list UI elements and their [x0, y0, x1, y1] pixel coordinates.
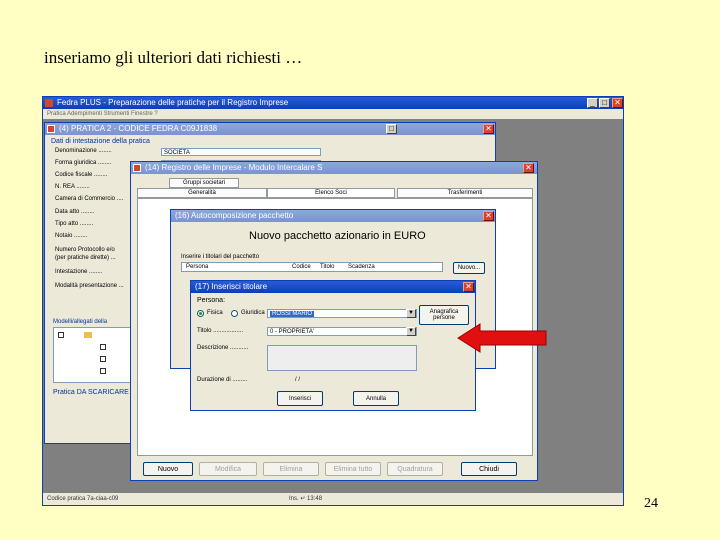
registro-close-button[interactable]: ✕: [523, 163, 534, 173]
status-left: Codice pratica 7a-ciaa-c09: [47, 496, 119, 502]
pratica-note-1: (per pratiche dirette) ...: [55, 255, 116, 261]
elimina-button[interactable]: Elimina: [263, 462, 319, 476]
annulla-button[interactable]: Annulla: [353, 391, 399, 406]
tree-checkbox[interactable]: [100, 344, 106, 350]
radio-fisica[interactable]: [197, 310, 204, 317]
minimize-button[interactable]: _: [587, 98, 598, 108]
pratica-note-2: Intestazione ........: [55, 269, 103, 275]
pratica-field-label-2: Codice fiscale ........: [55, 172, 108, 178]
persona-label: Persona:: [197, 297, 226, 304]
tab-gruppi-societari[interactable]: Gruppi societari: [169, 178, 239, 188]
pratica-field-label-7: Notaio ........: [55, 233, 88, 239]
slide-title: inseriamo gli ulteriori dati richiesti …: [44, 48, 303, 67]
registro-titlebar: (14) Registro delle Imprese - Modulo Int…: [131, 162, 537, 174]
tree-checkbox[interactable]: [100, 356, 106, 362]
persona-dropdown-arrow[interactable]: ▼: [406, 309, 416, 318]
page-number: 24: [644, 496, 658, 511]
red-arrow-shape: [457, 323, 547, 353]
main-title: Fedra PLUS - Preparazione delle pratiche…: [57, 98, 289, 107]
autocomp-title: (16) Autocomposizione pacchetto: [175, 211, 294, 220]
titolare-close-button[interactable]: ✕: [463, 282, 474, 292]
pratica-field-label-4: Camera di Commercio ....: [55, 196, 124, 202]
titolo-dropdown-arrow[interactable]: ▼: [406, 327, 416, 336]
pratica-restore-button[interactable]: □: [386, 124, 397, 134]
pratica-window-icon: [47, 125, 55, 133]
app-icon: [45, 99, 53, 107]
close-button[interactable]: ✕: [612, 98, 623, 108]
radio-fisica-label: Fisica: [207, 310, 223, 316]
titolari-table[interactable]: Persona Codice Titolo Scadenza: [181, 262, 443, 272]
persona-select[interactable]: ROSSI MARIO: [267, 309, 417, 318]
column-persona: Persona: [186, 264, 209, 270]
radio-giuridica-label: Giuridica: [241, 310, 265, 316]
pratica-title: (4) PRATICA 2 - CODICE FEDRA C09J1838: [59, 124, 218, 133]
models-label: Modelli/allegati della: [53, 319, 108, 325]
main-titlebar: Fedra PLUS - Preparazione delle pratiche…: [43, 97, 623, 109]
radio-fisica-dot: [199, 312, 202, 315]
titolo-select[interactable]: 0 - PROPRIETA': [267, 327, 417, 336]
pratica-titlebar: (4) PRATICA 2 - CODICE FEDRA C09J1838: [45, 123, 495, 135]
inserisci-button[interactable]: Inserisci: [277, 391, 323, 406]
autocomp-nuovo-button[interactable]: Nuovo...: [453, 262, 485, 274]
autocomp-subtitle: Inserire i titolari del pacchetto: [181, 254, 260, 260]
autocomp-heading: Nuovo pacchetto azionario in EURO: [249, 230, 426, 242]
pratica-field-label-0: Denominazione ........: [55, 148, 112, 154]
quadratura-button[interactable]: Quadratura: [387, 462, 443, 476]
pratica-field-label-6: Tipo atto ........: [55, 221, 94, 227]
pratica-section-label: Dati di intestazione della pratica: [51, 138, 150, 145]
chiudi-button[interactable]: Chiudi: [461, 462, 517, 476]
tab-elenco-soci[interactable]: Elenco Soci: [267, 188, 395, 198]
column-codice: Codice: [292, 264, 311, 270]
menu-bar[interactable]: Pratica Adempimenti Strumenti Finestre ?: [43, 109, 623, 119]
durata-label: Durazione di .........: [197, 377, 248, 383]
red-arrow-annotation: [457, 323, 547, 353]
titolo-label: Titolo ..................: [197, 328, 244, 334]
column-scadenza: Scadenza: [348, 264, 375, 270]
tab-trasferimenti[interactable]: Trasferimenti: [397, 188, 533, 198]
autocomp-titlebar: (16) Autocomposizione pacchetto: [171, 210, 495, 222]
pratica-note-0: Numero Protocollo e/o: [55, 247, 115, 253]
pratica-field-label-1: Forma giuridica ........: [55, 160, 112, 166]
pratica-footer-label: Pratica DA SCARICARE: [53, 389, 129, 396]
status-right: Ins. ↵ 13:48: [289, 496, 323, 502]
maximize-button[interactable]: □: [599, 98, 610, 108]
tree-folder-icon: [84, 332, 92, 338]
menu-bar-text: Pratica Adempimenti Strumenti Finestre ?: [47, 111, 158, 117]
tree-checkbox[interactable]: [58, 332, 64, 338]
pratica-denominazione-field[interactable]: SOCIETA: [161, 148, 321, 156]
pratica-field-label-5: Data atto ........: [55, 209, 95, 215]
persona-value: ROSSI MARIO: [270, 311, 315, 317]
registro-title: (14) Registro delle Imprese - Modulo Int…: [145, 163, 323, 172]
models-tree[interactable]: [53, 327, 133, 383]
titolare-title: (17) Inserisci titolare: [195, 282, 268, 291]
nuovo-button[interactable]: Nuovo: [143, 462, 193, 476]
column-titolo: Titolo: [320, 264, 335, 270]
registro-window-icon: [133, 164, 141, 172]
pratica-note-3: Modalità presentazione ...: [55, 283, 124, 289]
titolare-titlebar: (17) Inserisci titolare: [191, 281, 475, 293]
autocomp-close-button[interactable]: ✕: [483, 211, 494, 221]
durata-value[interactable]: / /: [295, 377, 300, 383]
modifica-button[interactable]: Modifica: [199, 462, 257, 476]
radio-giuridica[interactable]: [231, 310, 238, 317]
tree-checkbox[interactable]: [100, 368, 106, 374]
pratica-close-button[interactable]: ✕: [483, 124, 494, 134]
titolare-window: (17) Inserisci titolare ✕ Persona: Fisic…: [190, 280, 476, 411]
pratica-field-label-3: N. REA ........: [55, 184, 90, 190]
elimina-tutto-button[interactable]: Elimina tutto: [325, 462, 381, 476]
descrizione-label: Descrizione ...........: [197, 345, 249, 351]
status-bar: Codice pratica 7a-ciaa-c09 Ins. ↵ 13:48: [43, 493, 623, 505]
descrizione-textarea[interactable]: [267, 345, 417, 371]
tab-generalita[interactable]: Generalità: [137, 188, 267, 198]
